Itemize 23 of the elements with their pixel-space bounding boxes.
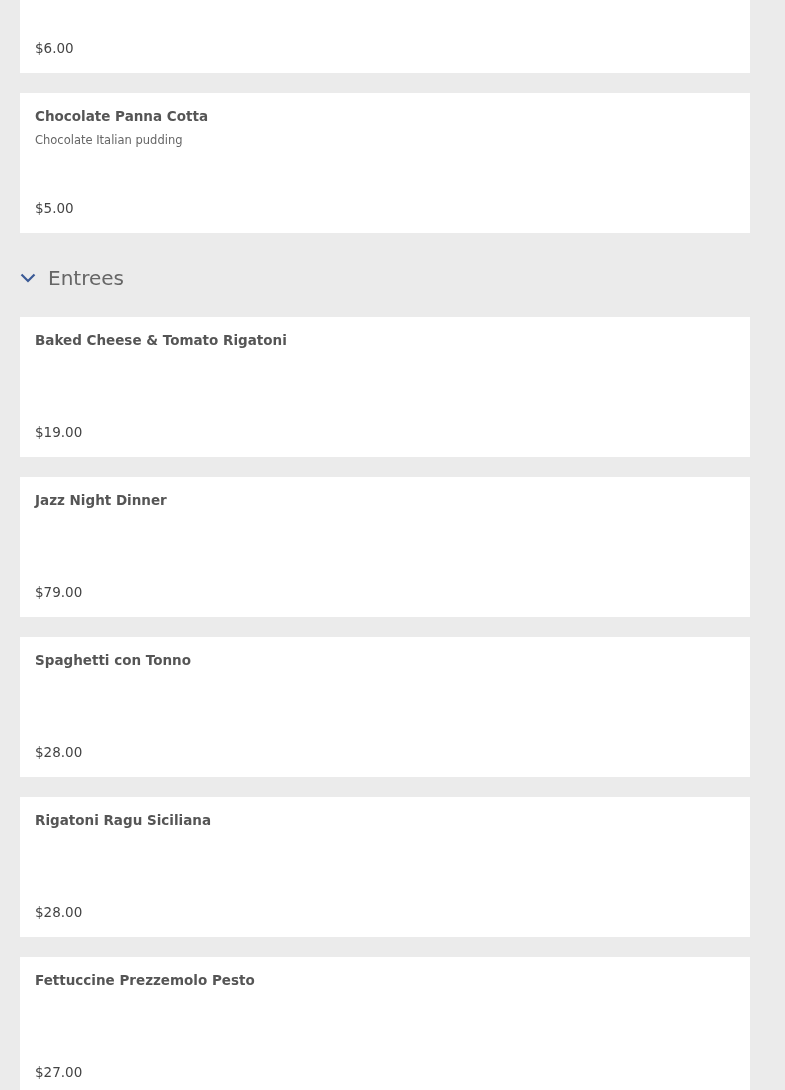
item-name: Baked Cheese & Tomato Rigatoni bbox=[35, 332, 288, 349]
menu-item-card[interactable]: Chocolate Panna Cotta Chocolate Italian pudding $5.00 bbox=[20, 93, 750, 233]
item-description: Chocolate Italian pudding bbox=[35, 133, 184, 147]
menu-item-card[interactable]: Rigatoni Ragu Siciliana $28.00 bbox=[20, 797, 750, 937]
item-name: Spaghetti con Tonno bbox=[35, 652, 192, 669]
section-title: Entrees bbox=[48, 266, 124, 290]
menu-item-card[interactable]: Spaghetti con Tonno $28.00 bbox=[20, 637, 750, 777]
menu-item-card[interactable]: Jazz Night Dinner $79.00 bbox=[20, 477, 750, 617]
item-name: Jazz Night Dinner bbox=[35, 492, 168, 509]
item-name: Fettuccine Prezzemolo Pesto bbox=[35, 972, 256, 989]
item-price: $28.00 bbox=[35, 904, 84, 921]
chevron-icon[interactable] bbox=[20, 273, 36, 283]
item-price: $6.00 bbox=[35, 40, 75, 57]
item-price: $27.00 bbox=[35, 1064, 84, 1081]
menu-item-card[interactable]: $6.00 bbox=[20, 0, 750, 73]
item-name: Rigatoni Ragu Siciliana bbox=[35, 812, 212, 829]
item-price: $5.00 bbox=[35, 200, 75, 217]
item-price: $28.00 bbox=[35, 744, 84, 761]
item-name: Chocolate Panna Cotta bbox=[35, 108, 209, 125]
item-price: $19.00 bbox=[35, 424, 84, 441]
menu-item-card[interactable]: Fettuccine Prezzemolo Pesto $27.00 bbox=[20, 957, 750, 1090]
item-price: $79.00 bbox=[35, 584, 84, 601]
menu-item-card[interactable]: Baked Cheese & Tomato Rigatoni $19.00 bbox=[20, 317, 750, 457]
